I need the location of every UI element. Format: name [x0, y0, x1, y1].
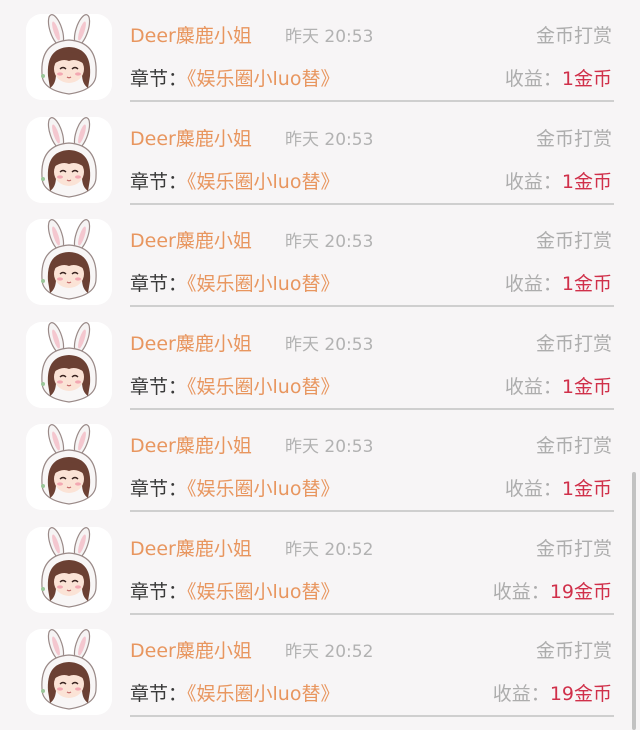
- user-avatar-icon[interactable]: [26, 424, 112, 510]
- reward-record-row[interactable]: Deer麋鹿小姐 昨天 20:53 金币打赏 章节：《娱乐圈小luo替》 收益：…: [0, 2, 640, 104]
- reward-time: 昨天 20:52: [285, 642, 374, 662]
- chapter-label: 章节：: [130, 68, 188, 90]
- reward-time: 昨天 20:53: [285, 334, 374, 355]
- chapter-info: 章节：《娱乐圈小luo替》: [130, 269, 339, 299]
- user-avatar-icon[interactable]: [26, 526, 112, 613]
- user-avatar-icon[interactable]: [26, 116, 112, 203]
- income-label: 收益：: [504, 478, 562, 500]
- user-avatar-icon[interactable]: [26, 219, 112, 305]
- chapter-info: 章节：《娱乐圈小luo替》: [130, 64, 339, 94]
- reward-type: 金币打赏: [535, 25, 612, 47]
- reward-time: 昨天 20:53: [285, 129, 374, 150]
- bunny-hood-girl-avatar-icon: [26, 629, 112, 715]
- chapter-label: 章节：: [130, 683, 188, 705]
- reward-type: 金币打赏: [535, 230, 612, 252]
- bunny-hood-girl-avatar-icon: [26, 116, 112, 203]
- chapter-info: 章节：《娱乐圈小luo替》: [130, 577, 339, 607]
- chapter-label: 章节：: [130, 375, 188, 398]
- sender-name[interactable]: Deer麋鹿小姐: [130, 534, 252, 564]
- income-label: 收益：: [492, 683, 550, 705]
- chapter-label: 章节：: [130, 170, 188, 193]
- reward-type: 金币打赏: [535, 537, 612, 560]
- sender-name[interactable]: Deer麋鹿小姐: [130, 226, 252, 256]
- reward-record-row[interactable]: Deer麋鹿小姐 昨天 20:52 金币打赏 章节：《娱乐圈小luo替》 收益：…: [0, 617, 640, 719]
- income-value: 19金币: [549, 580, 612, 603]
- reward-record-row[interactable]: Deer麋鹿小姐 昨天 20:53 金币打赏 章节：《娱乐圈小luo替》 收益：…: [0, 412, 640, 514]
- row-divider: [130, 407, 614, 410]
- income-info: 收益：1金币: [505, 167, 612, 197]
- income-label: 收益：: [504, 273, 562, 295]
- chapter-title[interactable]: 《娱乐圈小luo替》: [187, 68, 339, 90]
- sender-name[interactable]: Deer麋鹿小姐: [130, 329, 252, 359]
- chapter-title[interactable]: 《娱乐圈小luo替》: [187, 478, 339, 500]
- row-divider: [130, 510, 614, 512]
- row-divider: [130, 715, 614, 717]
- income-info: 收益：19金币: [493, 577, 612, 607]
- chapter-info: 章节：《娱乐圈小luo替》: [130, 679, 339, 709]
- user-avatar-icon[interactable]: [26, 14, 112, 100]
- sender-name[interactable]: Deer麋鹿小姐: [130, 21, 252, 51]
- chapter-title[interactable]: 《娱乐圈小luo替》: [187, 683, 339, 705]
- income-label: 收益：: [504, 68, 562, 90]
- reward-type: 金币打赏: [535, 640, 612, 662]
- bunny-hood-girl-avatar-icon: [26, 424, 112, 510]
- reward-time: 昨天 20:53: [285, 27, 374, 47]
- reward-record-row[interactable]: Deer麋鹿小姐 昨天 20:52 金币打赏 章节：《娱乐圈小luo替》 收益：…: [0, 515, 640, 617]
- row-divider: [130, 612, 614, 615]
- chapter-info: 章节：《娱乐圈小luo替》: [130, 167, 339, 197]
- sender-name[interactable]: Deer麋鹿小姐: [130, 431, 252, 461]
- chapter-label: 章节：: [130, 580, 188, 603]
- income-info: 收益：1金币: [505, 64, 612, 94]
- chapter-title[interactable]: 《娱乐圈小luo替》: [187, 581, 339, 603]
- income-label: 收益：: [492, 580, 550, 603]
- chapter-title[interactable]: 《娱乐圈小luo替》: [187, 376, 339, 398]
- income-value: 1金币: [561, 375, 612, 398]
- chapter-title[interactable]: 《娱乐圈小luo替》: [187, 171, 339, 193]
- chapter-title[interactable]: 《娱乐圈小luo替》: [187, 273, 339, 295]
- row-divider: [130, 100, 614, 102]
- reward-record-list: Deer麋鹿小姐 昨天 20:53 金币打赏 章节：《娱乐圈小luo替》 收益：…: [0, 0, 640, 730]
- chapter-info: 章节：《娱乐圈小luo替》: [130, 372, 339, 402]
- income-label: 收益：: [504, 375, 562, 398]
- income-value: 19金币: [549, 683, 612, 705]
- user-avatar-icon[interactable]: [26, 629, 112, 715]
- chapter-info: 章节：《娱乐圈小luo替》: [130, 474, 339, 504]
- income-value: 1金币: [561, 273, 612, 295]
- reward-record-row[interactable]: Deer麋鹿小姐 昨天 20:53 金币打赏 章节：《娱乐圈小luo替》 收益：…: [0, 105, 640, 207]
- sender-name[interactable]: Deer麋鹿小姐: [130, 636, 252, 666]
- row-divider: [130, 305, 614, 307]
- reward-time: 昨天 20:52: [285, 539, 374, 560]
- scrollbar[interactable]: [632, 472, 636, 730]
- user-avatar-icon[interactable]: [26, 321, 112, 408]
- income-value: 1金币: [561, 170, 612, 193]
- chapter-label: 章节：: [130, 478, 188, 500]
- income-value: 1金币: [561, 68, 612, 90]
- income-info: 收益：19金币: [493, 679, 612, 709]
- reward-time: 昨天 20:53: [285, 437, 374, 457]
- income-info: 收益：1金币: [505, 269, 612, 299]
- reward-type: 金币打赏: [535, 435, 612, 457]
- income-info: 收益：1金币: [505, 474, 612, 504]
- reward-record-row[interactable]: Deer麋鹿小姐 昨天 20:53 金币打赏 章节：《娱乐圈小luo替》 收益：…: [0, 310, 640, 412]
- income-info: 收益：1金币: [505, 372, 612, 402]
- bunny-hood-girl-avatar-icon: [26, 14, 112, 100]
- row-divider: [130, 202, 614, 205]
- sender-name[interactable]: Deer麋鹿小姐: [130, 124, 252, 154]
- bunny-hood-girl-avatar-icon: [26, 526, 112, 613]
- bunny-hood-girl-avatar-icon: [26, 321, 112, 408]
- reward-type: 金币打赏: [535, 332, 612, 355]
- reward-record-row[interactable]: Deer麋鹿小姐 昨天 20:53 金币打赏 章节：《娱乐圈小luo替》 收益：…: [0, 207, 640, 309]
- chapter-label: 章节：: [130, 273, 188, 295]
- bunny-hood-girl-avatar-icon: [26, 219, 112, 305]
- reward-time: 昨天 20:53: [285, 232, 374, 252]
- income-label: 收益：: [504, 170, 562, 193]
- reward-type: 金币打赏: [535, 127, 612, 150]
- income-value: 1金币: [561, 478, 612, 500]
